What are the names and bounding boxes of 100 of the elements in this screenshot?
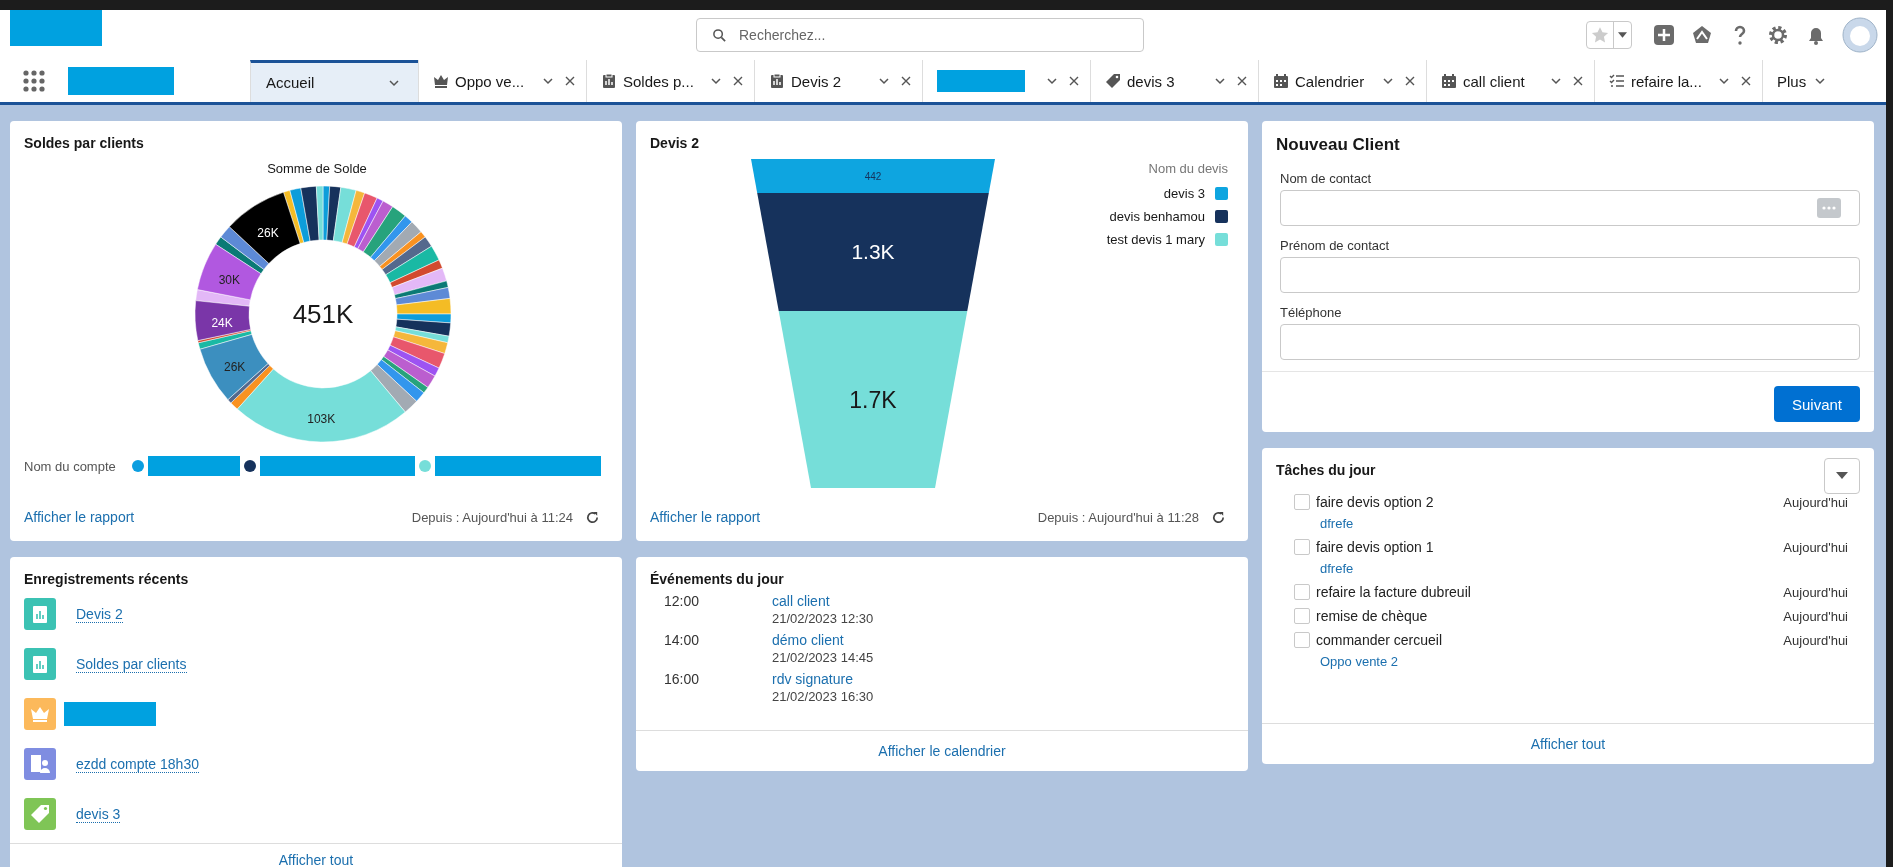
chevron-down-icon[interactable]: [878, 75, 890, 87]
tab[interactable]: Oppo ve...: [418, 60, 586, 102]
task-label: faire devis option 2: [1316, 494, 1434, 510]
task-date: Aujourd'hui: [1783, 584, 1848, 600]
event-link[interactable]: rdv signature: [772, 671, 874, 687]
chevron-down-icon[interactable]: [1382, 75, 1394, 87]
dropdown-button[interactable]: [1824, 458, 1860, 494]
input-field[interactable]: [1280, 324, 1860, 360]
checkbox[interactable]: [1294, 608, 1310, 624]
more-tab[interactable]: Plus: [1762, 60, 1840, 102]
legend-title: Nom du devis: [1148, 161, 1228, 176]
record-link[interactable]: devis 3: [76, 805, 121, 823]
checkbox[interactable]: [1294, 632, 1310, 648]
slice-label: 26K: [224, 359, 246, 374]
record-link[interactable]: Soldes par clients: [76, 655, 187, 673]
tab[interactable]: Devis 2: [754, 60, 922, 102]
chevron-down-icon[interactable]: [1718, 75, 1730, 87]
chevron-down-icon[interactable]: [1214, 75, 1226, 87]
legend-title: Nom du compte: [24, 458, 116, 474]
chevron-down-icon[interactable]: [1046, 75, 1058, 87]
caret-icon: [1836, 472, 1848, 480]
checkbox[interactable]: [1294, 494, 1310, 510]
view-all-link[interactable]: Afficher tout: [10, 843, 622, 867]
slice-label: 24K: [211, 315, 233, 330]
settings-icon[interactable]: [1766, 23, 1790, 47]
chevron-down-icon[interactable]: [1550, 75, 1562, 87]
checkbox[interactable]: [1294, 539, 1310, 555]
card-title: Devis 2: [649, 134, 701, 151]
card-title: Événements du jour: [649, 570, 785, 587]
refresh-time: Depuis : Aujourd'hui à 11:24: [411, 509, 573, 525]
field-label: Nom de contact: [1280, 171, 1373, 186]
chart-total: 451K: [292, 299, 354, 330]
refresh-icon[interactable]: [585, 509, 600, 525]
close-icon[interactable]: [732, 75, 744, 87]
event-link[interactable]: call client: [772, 593, 874, 609]
tab[interactable]: call client: [1426, 60, 1594, 102]
checkbox[interactable]: [1294, 584, 1310, 600]
search-field[interactable]: Recherchez...: [696, 18, 1144, 52]
close-icon[interactable]: [1572, 75, 1584, 87]
crown-icon: [433, 73, 449, 89]
close-icon[interactable]: [1236, 75, 1248, 87]
close-icon[interactable]: [1740, 75, 1752, 87]
chart-title: Somme de Solde: [266, 161, 368, 176]
tab[interactable]: refaire la...: [1594, 60, 1762, 102]
card-title: Nouveau Client: [1275, 134, 1401, 155]
view-all-link[interactable]: Afficher tout: [1262, 723, 1874, 764]
close-icon[interactable]: [1404, 75, 1416, 87]
calendar-icon: [1441, 73, 1457, 89]
tab[interactable]: Soldes p...: [586, 60, 754, 102]
report-link[interactable]: Afficher le rapport: [24, 509, 135, 525]
slice-label: 26K: [257, 225, 279, 240]
report-icon: [769, 73, 785, 89]
event-date: 21/02/2023 14:45: [772, 650, 874, 665]
calendar-icon: [1273, 73, 1289, 89]
account-icon: [24, 748, 56, 780]
chevron-down-icon[interactable]: [542, 75, 554, 87]
task-date: Aujourd'hui: [1783, 632, 1848, 648]
task-date: Aujourd'hui: [1783, 539, 1848, 555]
related-link[interactable]: dfrefe: [1320, 516, 1354, 531]
task-label: faire devis option 1: [1316, 539, 1434, 555]
segment-label: 1.7K: [848, 386, 898, 413]
legend-label: devis 3: [1163, 186, 1205, 201]
refresh-icon[interactable]: [1211, 509, 1226, 525]
report-icon: [601, 73, 617, 89]
tab[interactable]: devis 3: [1090, 60, 1258, 102]
card-title: Soldes par clients: [23, 134, 145, 151]
add-icon[interactable]: [1652, 23, 1676, 47]
calendar-link[interactable]: Afficher le calendrier: [636, 730, 1248, 771]
app-launcher-icon[interactable]: [22, 69, 46, 93]
card-title: Tâches du jour: [1275, 461, 1377, 478]
close-icon[interactable]: [900, 75, 912, 87]
tab[interactable]: Calendrier: [1258, 60, 1426, 102]
tag-icon: [1105, 73, 1121, 89]
search-icon: [712, 28, 727, 43]
related-link[interactable]: dfrefe: [1320, 561, 1354, 576]
event-time: 16:00: [664, 671, 701, 689]
input-field[interactable]: [1280, 257, 1860, 293]
chevron-down-icon[interactable]: [710, 75, 722, 87]
close-icon[interactable]: [564, 75, 576, 87]
record-link[interactable]: ezdd compte 18h30: [76, 755, 199, 773]
slice-label: 103K: [307, 411, 336, 426]
related-link[interactable]: Oppo vente 2: [1320, 654, 1399, 669]
report-icon: [24, 648, 56, 680]
report-link[interactable]: Afficher le rapport: [650, 509, 761, 525]
record-link[interactable]: Devis 2: [76, 605, 123, 623]
event-time: 14:00: [664, 632, 701, 650]
tag-icon: [24, 798, 56, 830]
close-icon[interactable]: [1068, 75, 1080, 87]
crown-icon: [24, 698, 56, 730]
task-date: Aujourd'hui: [1783, 608, 1848, 624]
next-button[interactable]: Suivant: [1773, 386, 1860, 422]
event-link[interactable]: démo client: [772, 632, 874, 648]
task-label: remise de chèque: [1316, 608, 1428, 624]
task-date: Aujourd'hui: [1783, 494, 1848, 510]
report-icon: [24, 598, 56, 630]
input-field[interactable]: [1280, 190, 1860, 226]
chevron-down-icon: [1814, 75, 1827, 87]
card-title: Enregistrements récents: [23, 570, 190, 587]
segment-label: 1.3K: [850, 240, 896, 264]
tab[interactable]: Accueil: [250, 60, 418, 102]
